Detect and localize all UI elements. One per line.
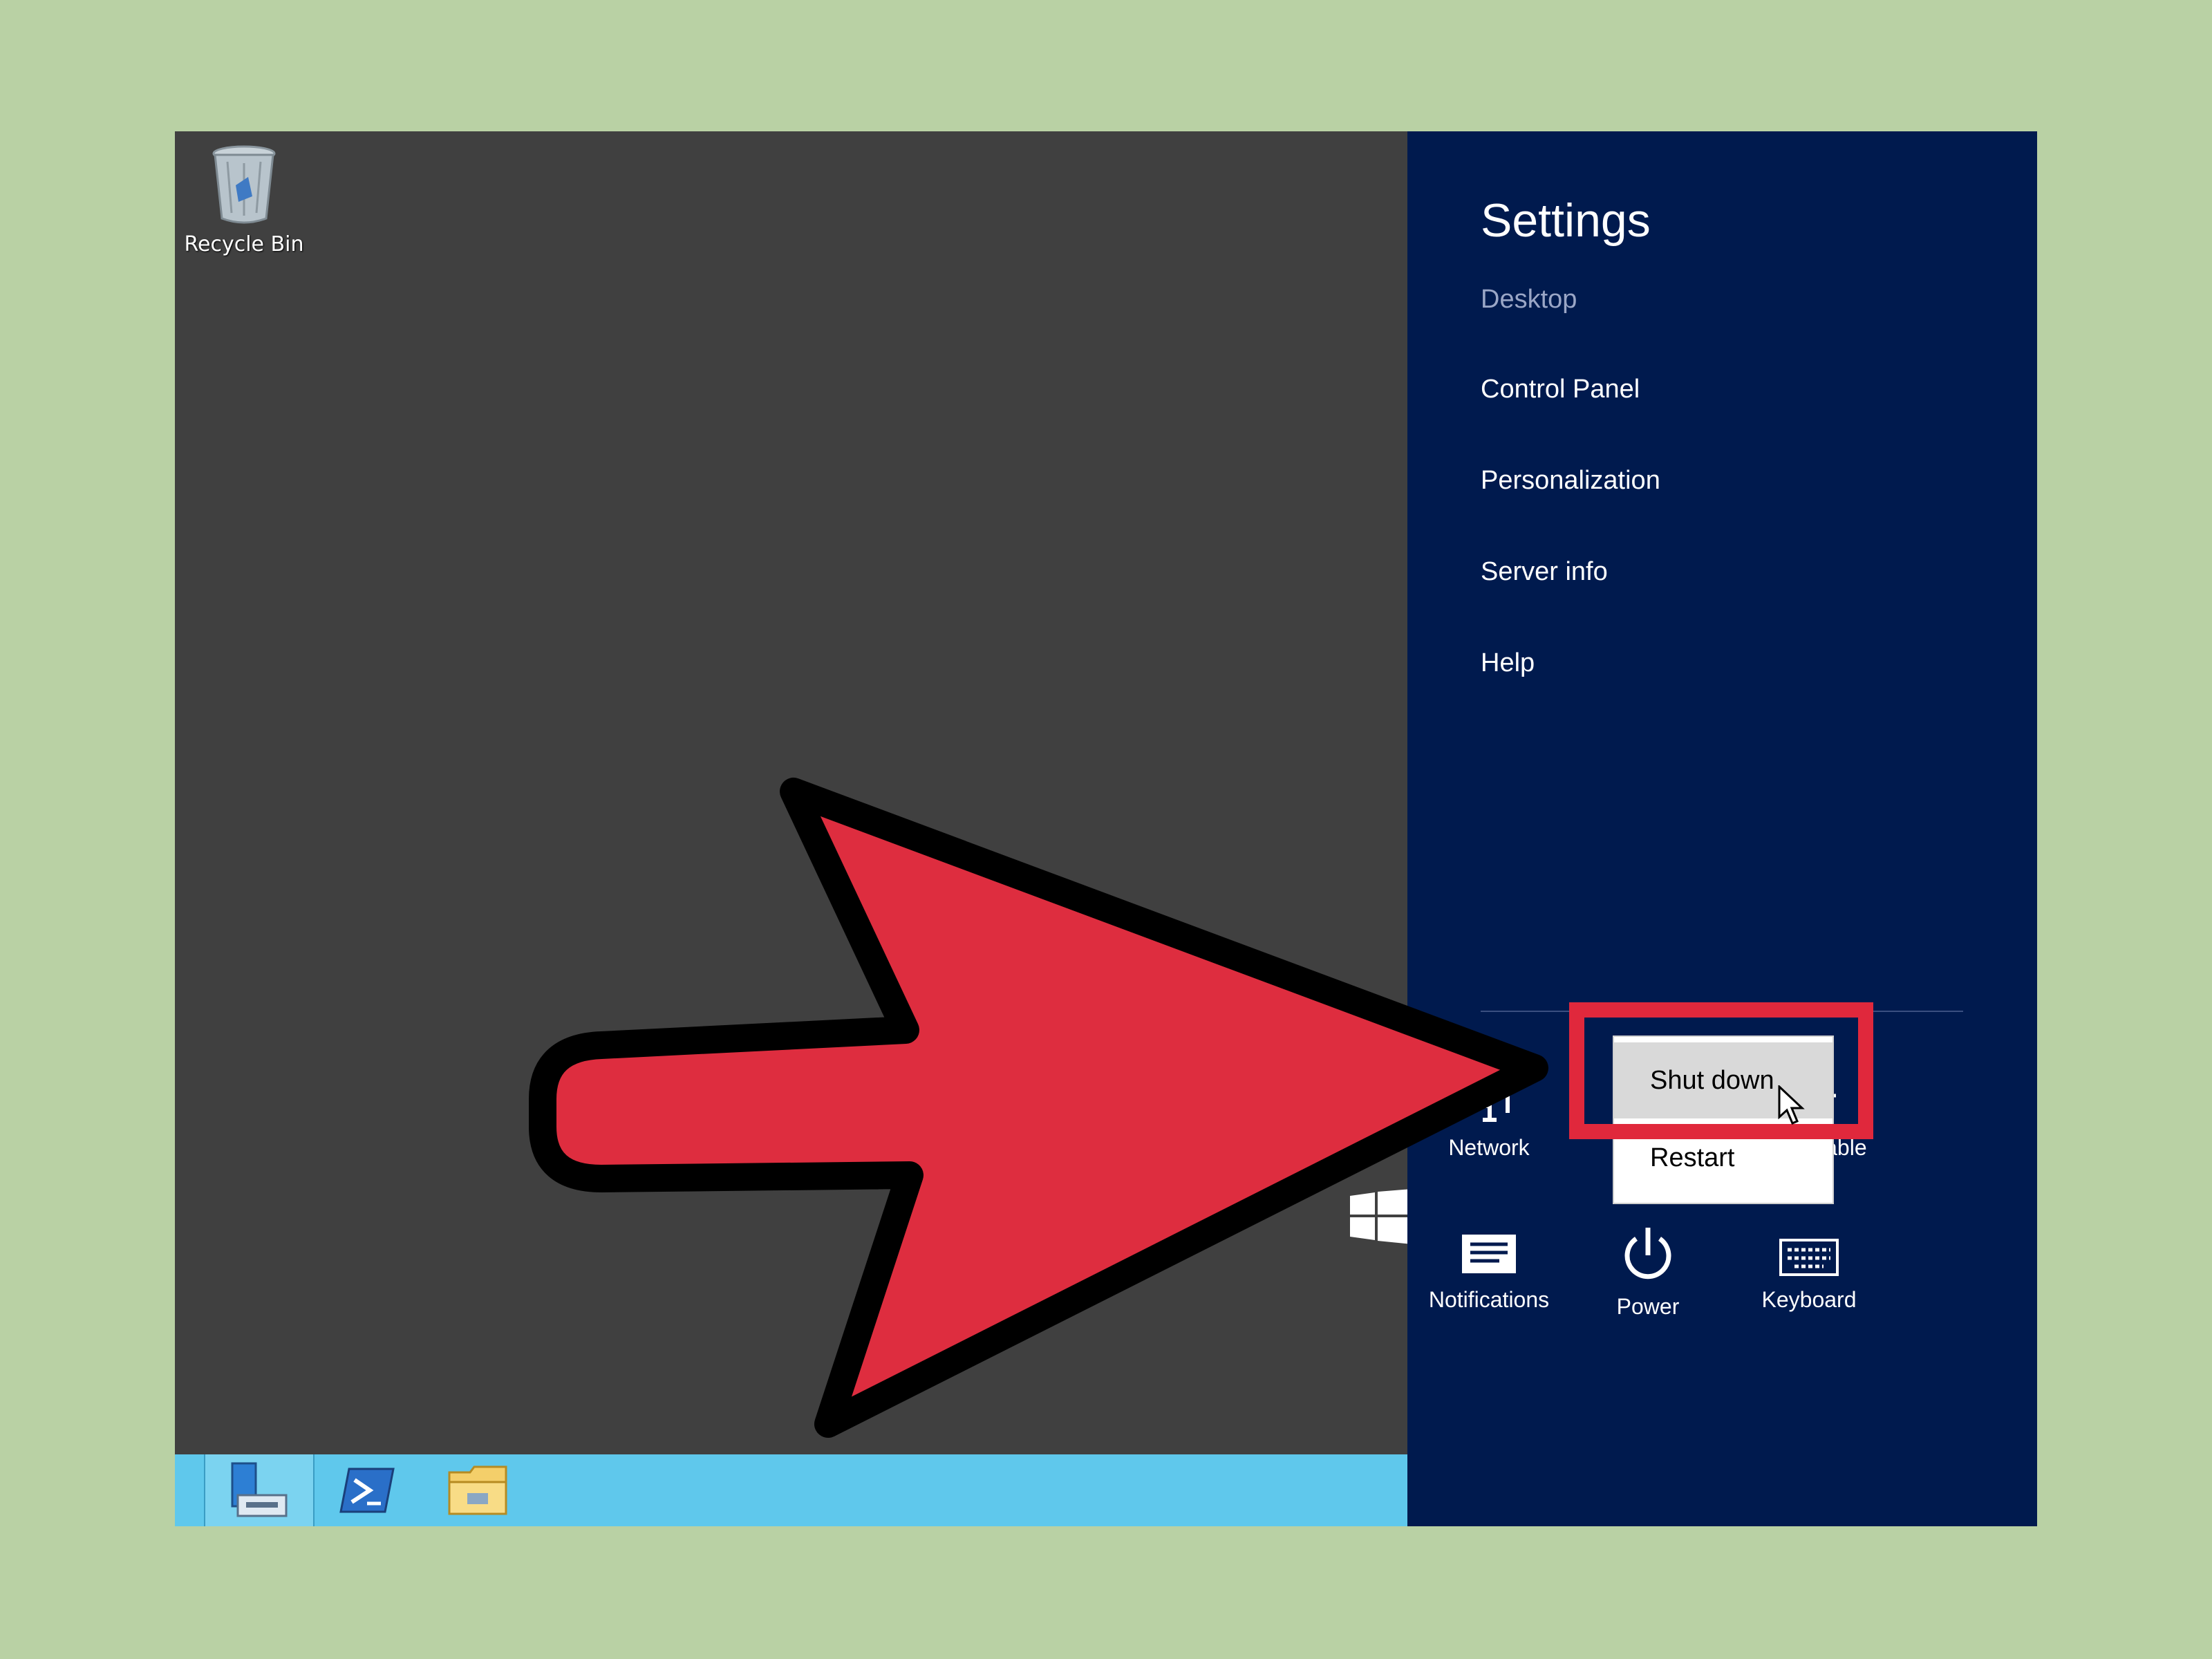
- mouse-cursor-icon: [1778, 1085, 1805, 1125]
- highlight-box-annotation: [1569, 1002, 1873, 1139]
- pointer-arrow-annotation: [529, 778, 1548, 1438]
